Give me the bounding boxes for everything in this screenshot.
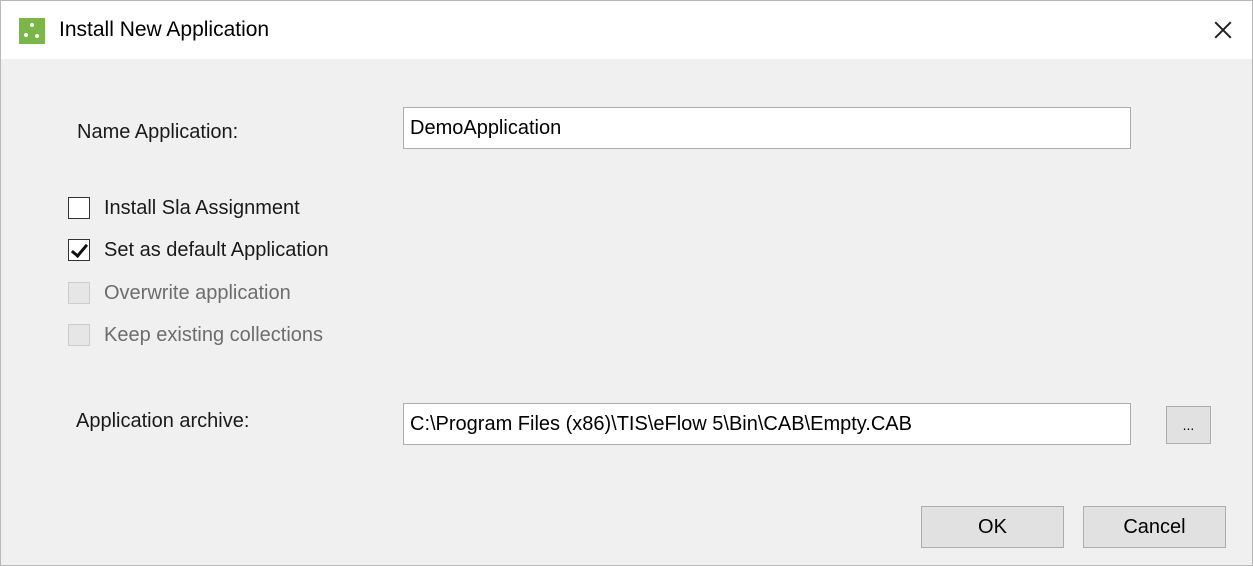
name-application-label: Name Application: [77,121,239,143]
close-icon[interactable] [1194,1,1252,59]
checkbox-install-sla-assignment[interactable]: Install Sla Assignment [68,196,338,222]
title-bar: Install New Application [1,1,1252,59]
keep-existing-collections-label: Keep existing collections [104,324,324,346]
name-application-input[interactable] [403,107,1131,149]
checkbox-overwrite-application: Overwrite application [68,281,338,307]
install-sla-assignment-checkbox[interactable] [68,197,90,219]
cancel-button[interactable]: Cancel [1083,506,1226,548]
keep-existing-collections-checkbox [68,324,90,346]
application-archive-input[interactable] [403,403,1131,445]
dialog-title: Install New Application [59,18,270,41]
set-default-application-checkbox[interactable] [68,239,90,261]
application-archive-label: Application archive: [76,410,250,432]
ok-button[interactable]: OK [921,506,1064,548]
overwrite-application-label: Overwrite application [104,282,291,304]
install-sla-assignment-label: Install Sla Assignment [104,197,300,219]
overwrite-application-checkbox [68,282,90,304]
set-default-application-label: Set as default Application [104,239,329,261]
install-dialog: Install New Application Name Application… [0,0,1253,566]
checkbox-keep-existing-collections: Keep existing collections [68,323,358,349]
app-logo-icon [19,18,45,44]
checkbox-set-default-application[interactable]: Set as default Application [68,238,368,264]
browse-button[interactable]: ... [1166,406,1211,444]
